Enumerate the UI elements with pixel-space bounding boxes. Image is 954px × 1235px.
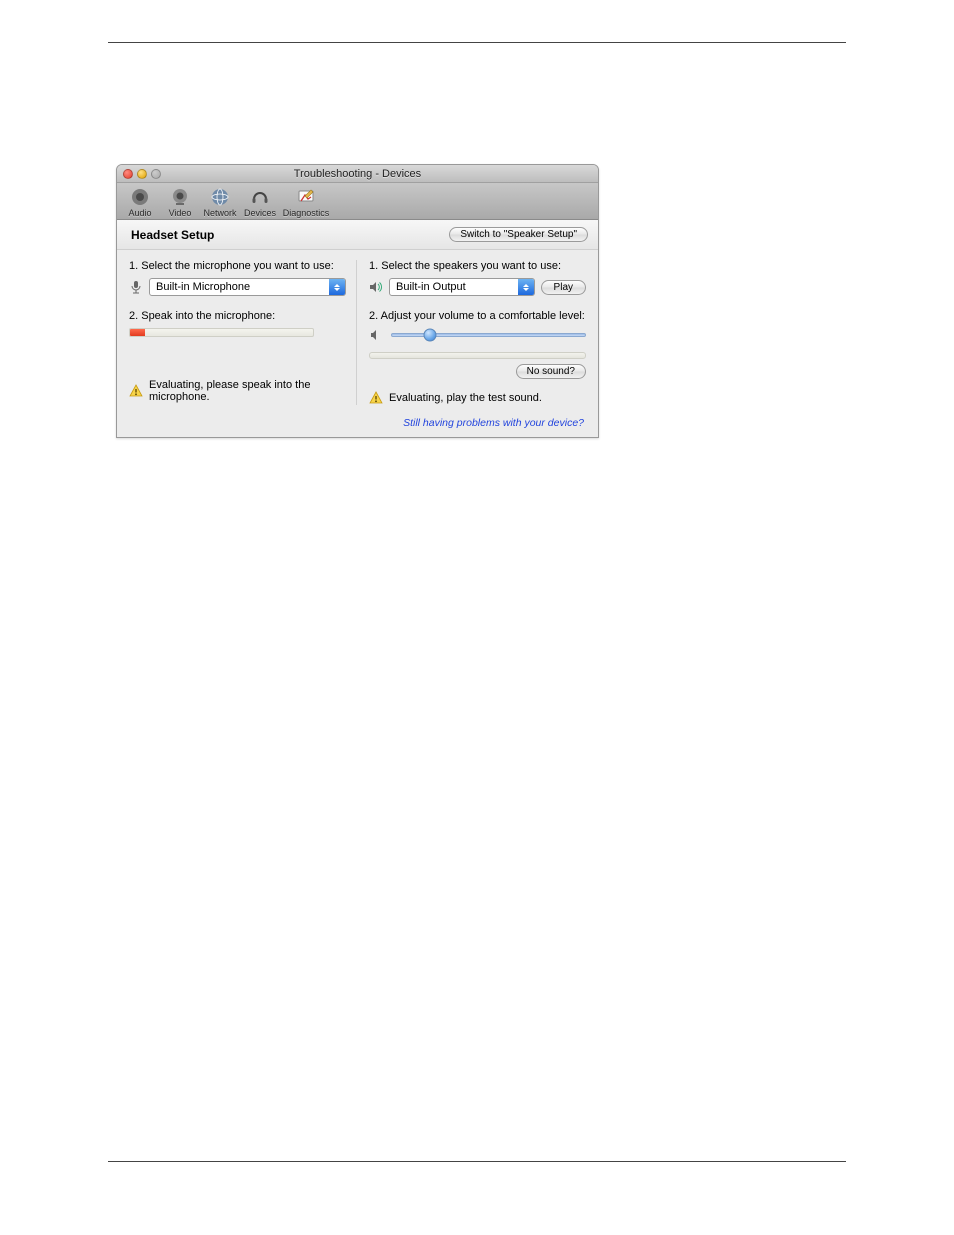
headset-icon xyxy=(249,186,271,208)
content-body: 1. Select the microphone you want to use… xyxy=(117,250,598,413)
page-divider-bottom xyxy=(108,1161,846,1162)
troubleshooting-window: Troubleshooting - Devices Audio Video Ne… xyxy=(116,164,599,438)
headset-setup-heading: Headset Setup xyxy=(131,228,214,242)
speaker-output-icon xyxy=(369,280,383,294)
toolbar-label: Devices xyxy=(244,208,276,218)
volume-slider[interactable] xyxy=(391,328,586,342)
volume-slider-track xyxy=(391,333,586,337)
spk-status-row: Evaluating, play the test sound. xyxy=(369,391,586,405)
speaker-column: 1. Select the speakers you want to use: … xyxy=(357,260,586,405)
toolbar: Audio Video Network Devices Diagnostics xyxy=(117,183,598,220)
toolbar-item-diagnostics[interactable]: Diagnostics xyxy=(281,186,331,218)
diagnostics-icon xyxy=(295,186,317,208)
speaker-icon xyxy=(129,186,151,208)
content-header: Headset Setup Switch to "Speaker Setup" xyxy=(117,220,598,250)
select-arrows-icon xyxy=(329,279,345,295)
toolbar-label: Audio xyxy=(128,208,151,218)
toolbar-item-devices[interactable]: Devices xyxy=(241,186,279,218)
toolbar-label: Diagnostics xyxy=(283,208,330,218)
footer: Still having problems with your device? xyxy=(117,413,598,437)
spk-step1-label: 1. Select the speakers you want to use: xyxy=(369,260,586,272)
spk-step2-label: 2. Adjust your volume to a comfortable l… xyxy=(369,310,586,322)
warning-icon xyxy=(369,391,383,405)
mic-status-text: Evaluating, please speak into the microp… xyxy=(149,379,346,403)
toolbar-item-audio[interactable]: Audio xyxy=(121,186,159,218)
select-arrows-icon xyxy=(518,279,534,295)
volume-icon xyxy=(369,328,383,342)
warning-icon xyxy=(129,384,143,398)
window-title: Troubleshooting - Devices xyxy=(117,168,598,180)
toolbar-item-video[interactable]: Video xyxy=(161,186,199,218)
mic-status-row: Evaluating, please speak into the microp… xyxy=(129,379,346,403)
mic-step1-label: 1. Select the microphone you want to use… xyxy=(129,260,346,272)
speaker-select[interactable]: Built-in Output xyxy=(389,278,535,296)
mic-step2-label: 2. Speak into the microphone: xyxy=(129,310,346,322)
spk-status-text: Evaluating, play the test sound. xyxy=(389,392,542,404)
play-button[interactable]: Play xyxy=(541,280,586,295)
toolbar-item-network[interactable]: Network xyxy=(201,186,239,218)
volume-slider-thumb[interactable] xyxy=(424,329,437,342)
toolbar-label: Network xyxy=(203,208,236,218)
microphone-select[interactable]: Built-in Microphone xyxy=(149,278,346,296)
still-having-problems-link[interactable]: Still having problems with your device? xyxy=(403,417,584,429)
globe-icon xyxy=(209,186,231,208)
microphone-select-value: Built-in Microphone xyxy=(150,281,329,293)
speaker-level-meter xyxy=(369,352,586,359)
window-titlebar: Troubleshooting - Devices xyxy=(117,165,598,183)
webcam-icon xyxy=(169,186,191,208)
page-divider-top xyxy=(108,42,846,43)
speaker-select-value: Built-in Output xyxy=(390,281,518,293)
microphone-icon xyxy=(129,280,143,294)
toolbar-label: Video xyxy=(169,208,192,218)
microphone-column: 1. Select the microphone you want to use… xyxy=(129,260,357,405)
switch-to-speaker-setup-button[interactable]: Switch to "Speaker Setup" xyxy=(449,227,588,242)
no-sound-button[interactable]: No sound? xyxy=(516,364,586,379)
mic-level-meter xyxy=(129,328,314,337)
mic-level-fill xyxy=(130,329,145,336)
